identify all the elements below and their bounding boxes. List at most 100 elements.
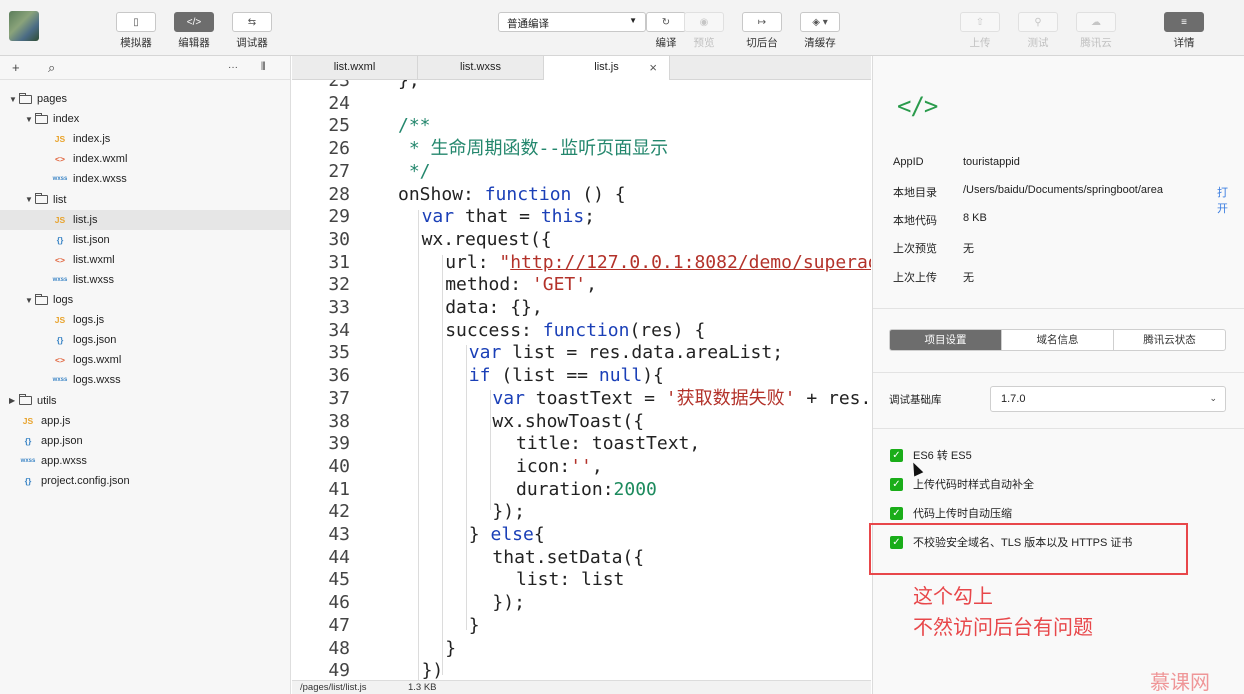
tree-folder[interactable]: ▼ pages xyxy=(0,89,290,109)
tree-item-label: list xyxy=(53,193,67,206)
tree-folder[interactable]: ▼ list xyxy=(0,190,290,210)
checkbox-icon[interactable]: ✓ xyxy=(890,506,903,520)
line-number: 33 xyxy=(328,297,350,318)
code-line: 47} xyxy=(292,615,871,638)
preview-label: 预览 xyxy=(693,37,715,49)
check-es6[interactable]: ✓ ES6 转 ES5 xyxy=(890,447,972,463)
code-line: 43} else{ xyxy=(292,524,871,547)
tab-project-settings[interactable]: 项目设置 xyxy=(890,330,1002,350)
tree-item-label: list.js xyxy=(73,213,98,226)
checkbox-icon[interactable]: ✓ xyxy=(890,448,903,462)
test-button[interactable]: ⚲ 测试 xyxy=(1018,12,1058,50)
checkbox-icon[interactable]: ✓ xyxy=(890,477,903,491)
file-explorer: + ⌕ ··· ⫴ ▼ pages ▼ index JS index.js <> index.… xyxy=(0,56,291,694)
debug-icon: ⇆ xyxy=(232,12,272,32)
line-number: 32 xyxy=(328,274,350,296)
debug-lib-select[interactable]: 1.7.0 ⌄ xyxy=(990,386,1226,412)
folder-icon xyxy=(19,394,32,405)
chevron-right-icon[interactable]: ▶ xyxy=(9,396,19,405)
details-button[interactable]: ≡ 详情 xyxy=(1164,12,1204,50)
code-line: 45 list: list xyxy=(292,569,871,592)
simulator-label: 模拟器 xyxy=(120,37,152,49)
chevron-down-icon: ⌄ xyxy=(1209,393,1217,403)
line-number: 37 xyxy=(328,387,350,409)
code-text: */ xyxy=(398,160,431,182)
divider xyxy=(873,308,1244,309)
tree-item-label: app.json xyxy=(41,434,83,447)
tree-file[interactable]: <> index.wxml xyxy=(0,149,290,169)
tab-domain-info[interactable]: 域名信息 xyxy=(1002,330,1114,350)
layers-icon: ◈ ▾ xyxy=(800,12,840,32)
preview-button[interactable]: ◉ 预览 xyxy=(684,12,724,50)
close-icon[interactable]: × xyxy=(649,60,657,75)
tab-list-wxml[interactable]: list.wxml xyxy=(292,56,418,80)
file-type-icon: JS xyxy=(54,315,66,326)
check-style-autocomplete[interactable]: ✓ 上传代码时样式自动补全 xyxy=(890,476,1034,492)
code-line: 32 method: 'GET', xyxy=(292,274,871,297)
tree-folder[interactable]: ▶ utils xyxy=(0,391,290,411)
status-bar: /pages/list/list.js 1.3 KB xyxy=(292,680,871,694)
tree-file[interactable]: <> logs.wxml xyxy=(0,350,290,370)
tree-file[interactable]: wxss list.wxss xyxy=(0,270,290,290)
clear-cache-button[interactable]: ◈ ▾ 清缓存 xyxy=(800,12,840,50)
search-icon[interactable]: ⌕ xyxy=(48,60,55,76)
code-line: 34 success: function(res) { xyxy=(292,320,871,343)
avatar[interactable] xyxy=(9,11,39,41)
code-text: * 生命周期函数--监听页面显示 xyxy=(398,138,669,160)
simulator-button[interactable]: ▯ 模拟器 xyxy=(116,12,156,50)
tree-file[interactable]: {} project.config.json xyxy=(0,471,290,491)
file-path: /pages/list/list.js xyxy=(300,682,367,693)
tree-file[interactable]: {} app.json xyxy=(0,431,290,451)
tree-file[interactable]: JS app.js xyxy=(0,411,290,431)
code-text: that.setData({ xyxy=(492,546,645,568)
tree-folder[interactable]: ▼ index xyxy=(0,109,290,129)
code-line: 31 url: "http://127.0.0.1:8082/demo/super… xyxy=(292,252,871,275)
tree-file[interactable]: wxss index.wxss xyxy=(0,169,290,189)
watermark: 慕课网 xyxy=(1150,672,1210,694)
add-icon[interactable]: + xyxy=(12,60,20,75)
folder-icon xyxy=(35,112,48,124)
upload-button[interactable]: ⇧ 上传 xyxy=(960,12,1000,50)
code-line: 24 xyxy=(292,93,871,116)
chevron-down-icon[interactable]: ▼ xyxy=(25,296,35,305)
code-text: list: list xyxy=(516,569,625,591)
editor-button[interactable]: </> 编辑器 xyxy=(174,12,214,50)
switch-backend-button[interactable]: ↦ 切后台 xyxy=(742,12,782,50)
cloud-button[interactable]: ☁ 腾讯云 xyxy=(1076,12,1116,50)
tab-label: list.wxss xyxy=(460,61,501,73)
code-line: 28 onShow: function () { xyxy=(292,184,871,207)
code-line: 37 var toastText = '获取数据失败' + res.data.er… xyxy=(292,388,871,411)
tree-file[interactable]: wxss app.wxss xyxy=(0,451,290,471)
line-number: 45 xyxy=(328,569,350,591)
code-editor[interactable]: 23}; 24 25/** 26 * 生命周期函数--监听页面显示 27 */28 onS… xyxy=(292,80,871,680)
code-text: onShow: function () { xyxy=(398,183,626,205)
tree-file[interactable]: <> list.wxml xyxy=(0,250,290,270)
line-number: 39 xyxy=(328,433,350,455)
tree-file[interactable]: {} list.json xyxy=(0,230,290,250)
code-line: 25 /** xyxy=(292,115,871,138)
debugger-button[interactable]: ⇆ 调试器 xyxy=(232,12,272,50)
code-line: 27 */ xyxy=(292,161,871,184)
tab-label: list.js xyxy=(594,61,619,73)
tab-cloud-status[interactable]: 腾讯云状态 xyxy=(1114,330,1225,350)
chevron-down-icon[interactable]: ▼ xyxy=(25,115,35,124)
compile-mode-select[interactable]: 普通编译 ▼ xyxy=(498,12,646,32)
tree-file[interactable]: {} logs.json xyxy=(0,330,290,350)
tree-item-label: logs.wxml xyxy=(73,354,122,367)
compile-button[interactable]: ↻ 编译 xyxy=(646,12,686,50)
tab-list-wxss[interactable]: list.wxss xyxy=(418,56,544,80)
code-text: } else{ xyxy=(468,524,545,545)
code-text: var toastText = '获取数据失败' + res.data.errM… xyxy=(492,387,871,409)
tab-list-js[interactable]: list.js × xyxy=(544,56,670,81)
tree-file[interactable]: wxss logs.wxss xyxy=(0,370,290,390)
more-icon[interactable]: ··· xyxy=(228,62,238,73)
check-minify[interactable]: ✓ 代码上传时自动压缩 xyxy=(890,505,1012,521)
tree-file[interactable]: JS index.js xyxy=(0,129,290,149)
tree-file[interactable]: JS logs.js xyxy=(0,310,290,330)
chevron-down-icon[interactable]: ▼ xyxy=(9,95,19,104)
layout-icon[interactable]: ⫴ xyxy=(261,61,266,74)
tree-folder[interactable]: ▼ logs xyxy=(0,290,290,310)
chevron-down-icon[interactable]: ▼ xyxy=(25,195,35,204)
tree-item-label: index.js xyxy=(73,133,111,146)
tree-file[interactable]: JS list.js xyxy=(0,209,290,230)
